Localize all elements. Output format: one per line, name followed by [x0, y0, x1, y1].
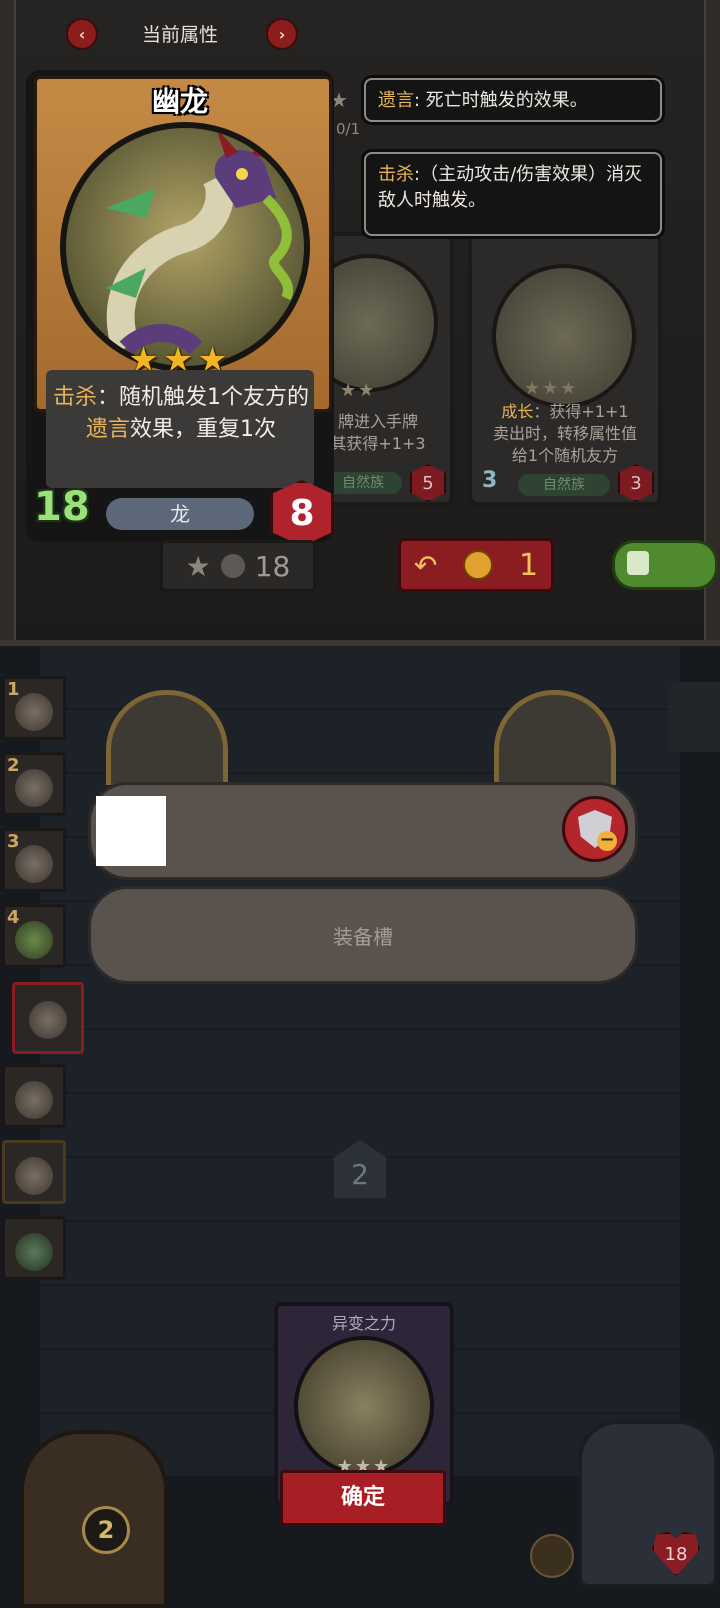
tooltip-deathrattle-text: : 死亡时触发的效果。 [414, 90, 588, 111]
tooltip-kill: 击杀:（主动攻击/伤害效果）消灭敌人时触发。 [364, 152, 662, 236]
sidebar-unit-2[interactable]: 2 [2, 752, 66, 816]
hero-portrait[interactable] [578, 1420, 718, 1588]
unit-avatar [29, 1001, 67, 1039]
unit-avatar [15, 1157, 53, 1195]
shop-card-2-text-line1: 成长：获得+1+1 [472, 402, 658, 422]
refresh-button[interactable]: ↶ 1 [398, 538, 554, 592]
desc-part-2: 效果，重复1次 [130, 417, 276, 442]
shop-card-1-stars: ★★ [340, 380, 377, 401]
shop-card-2-tribe: 自然族 [518, 474, 610, 496]
unit-avatar [15, 921, 53, 959]
sidebar-unit-3[interactable]: 3 [2, 828, 66, 892]
card-health: 8 [270, 480, 334, 546]
hero-ability-icon[interactable] [530, 1534, 574, 1578]
dragon-portrait [60, 122, 310, 372]
shop-card-1-text-line1: 牌进入手牌 [337, 412, 418, 431]
keyword-kill: 击杀 [52, 385, 97, 410]
shop-card-2-attack: 3 [482, 468, 498, 493]
sidebar-unit-7[interactable] [2, 1140, 66, 1204]
shop-card-1-tribe: 自然族 [330, 472, 402, 494]
shop-card-2-health: 3 [618, 464, 654, 502]
slot-number: 3 [7, 831, 20, 852]
confirm-button[interactable]: 确定 [280, 1470, 446, 1526]
refresh-icon: ↶ [413, 548, 438, 582]
sidebar-unit-4[interactable]: 4 [2, 904, 66, 968]
equipment-slot-label: 装备槽 [333, 924, 393, 949]
chevron-right-icon[interactable]: › [266, 18, 298, 50]
shop-count: 0/1 [336, 120, 361, 138]
lock-icon [627, 551, 649, 575]
card-tribe: 龙 [106, 498, 254, 530]
side-tab[interactable] [668, 682, 720, 752]
coin-icon [220, 554, 245, 578]
card-description: 击杀：随机触发1个友方的遗言效果，重复1次 [50, 382, 312, 446]
upgrade-button[interactable]: ★ 18 [160, 540, 316, 592]
sidebar-unit-selected[interactable] [12, 982, 84, 1054]
sidebar-unit-8[interactable] [2, 1216, 66, 1280]
selected-card-portrait [294, 1336, 434, 1476]
tooltip-deathrattle: 遗言: 死亡时触发的效果。 [364, 78, 662, 122]
shop-card-1[interactable]: ★★ 牌进入手牌 其获得+1+3 自然族 5 [326, 232, 454, 506]
slot-number: 4 [7, 907, 20, 928]
keyword-deathrattle: 遗言 [85, 417, 130, 442]
desc-part-1: ：随机触发1个友方的 [97, 385, 309, 410]
refresh-cost: 1 [519, 547, 539, 583]
unit-card-detail: 幽龙 ★★★ 击杀：随机触发1个友方的遗言效果，重复1次 18 龙 8 [26, 70, 334, 546]
selected-card-title: 异变之力 [331, 1314, 396, 1333]
shop-card-1-health: 5 [410, 464, 446, 502]
page-title: 当前属性 [141, 24, 218, 46]
upgrade-cost: 18 [254, 549, 291, 583]
gold-counter: 2 [82, 1506, 130, 1554]
tooltip-kill-text: :（主动攻击/伤害效果）消灭敌人时触发。 [378, 164, 643, 211]
equipment-bar [88, 782, 638, 880]
tooltip-kill-keyword: 击杀 [378, 164, 414, 185]
star-up-icon: ★ [185, 549, 211, 583]
page-number: 2 [351, 1157, 369, 1191]
shop-card-2-text-line2: 卖出时，转移属性值 [492, 424, 637, 443]
shop-card-2[interactable]: ★★★ 成长：获得+1+1 卖出时，转移属性值 给1个随机友方 3 自然族 3 [468, 232, 662, 506]
shop-card-2-text-line1-rest: ：获得+1+1 [533, 402, 629, 421]
slot-number: 2 [7, 755, 20, 776]
unit-avatar [15, 845, 53, 883]
coin-icon [463, 550, 494, 580]
slot-number: 1 [7, 679, 20, 700]
card-name: 幽龙 [151, 85, 208, 118]
lock-button[interactable] [612, 540, 718, 590]
unit-avatar [15, 769, 53, 807]
unit-avatar [15, 1081, 53, 1119]
unit-avatar [15, 1233, 53, 1271]
shop-card-2-stars: ★★★ [524, 378, 579, 399]
equipment-icon-placeholder [96, 796, 166, 866]
minus-icon: − [597, 831, 617, 851]
sidebar-unit-6[interactable] [2, 1064, 66, 1128]
card-attack: 18 [34, 484, 90, 530]
shop-card-1-text-line2: 其获得+1+3 [330, 434, 426, 453]
keyword-growth: 成长 [501, 402, 534, 421]
shop-card-2-text-line3: 给1个随机友方 [511, 446, 619, 465]
panel-frame-left [0, 0, 16, 640]
remove-equipment-button[interactable]: − [562, 796, 628, 862]
serpent-dragon-icon [106, 128, 293, 355]
unit-avatar [15, 693, 53, 731]
tooltip-deathrattle-keyword: 遗言 [378, 90, 414, 111]
equipment-slot[interactable]: 装备槽 [88, 886, 638, 984]
shop-card-1-portrait [330, 254, 438, 392]
sidebar-unit-1[interactable]: 1 [2, 676, 66, 740]
